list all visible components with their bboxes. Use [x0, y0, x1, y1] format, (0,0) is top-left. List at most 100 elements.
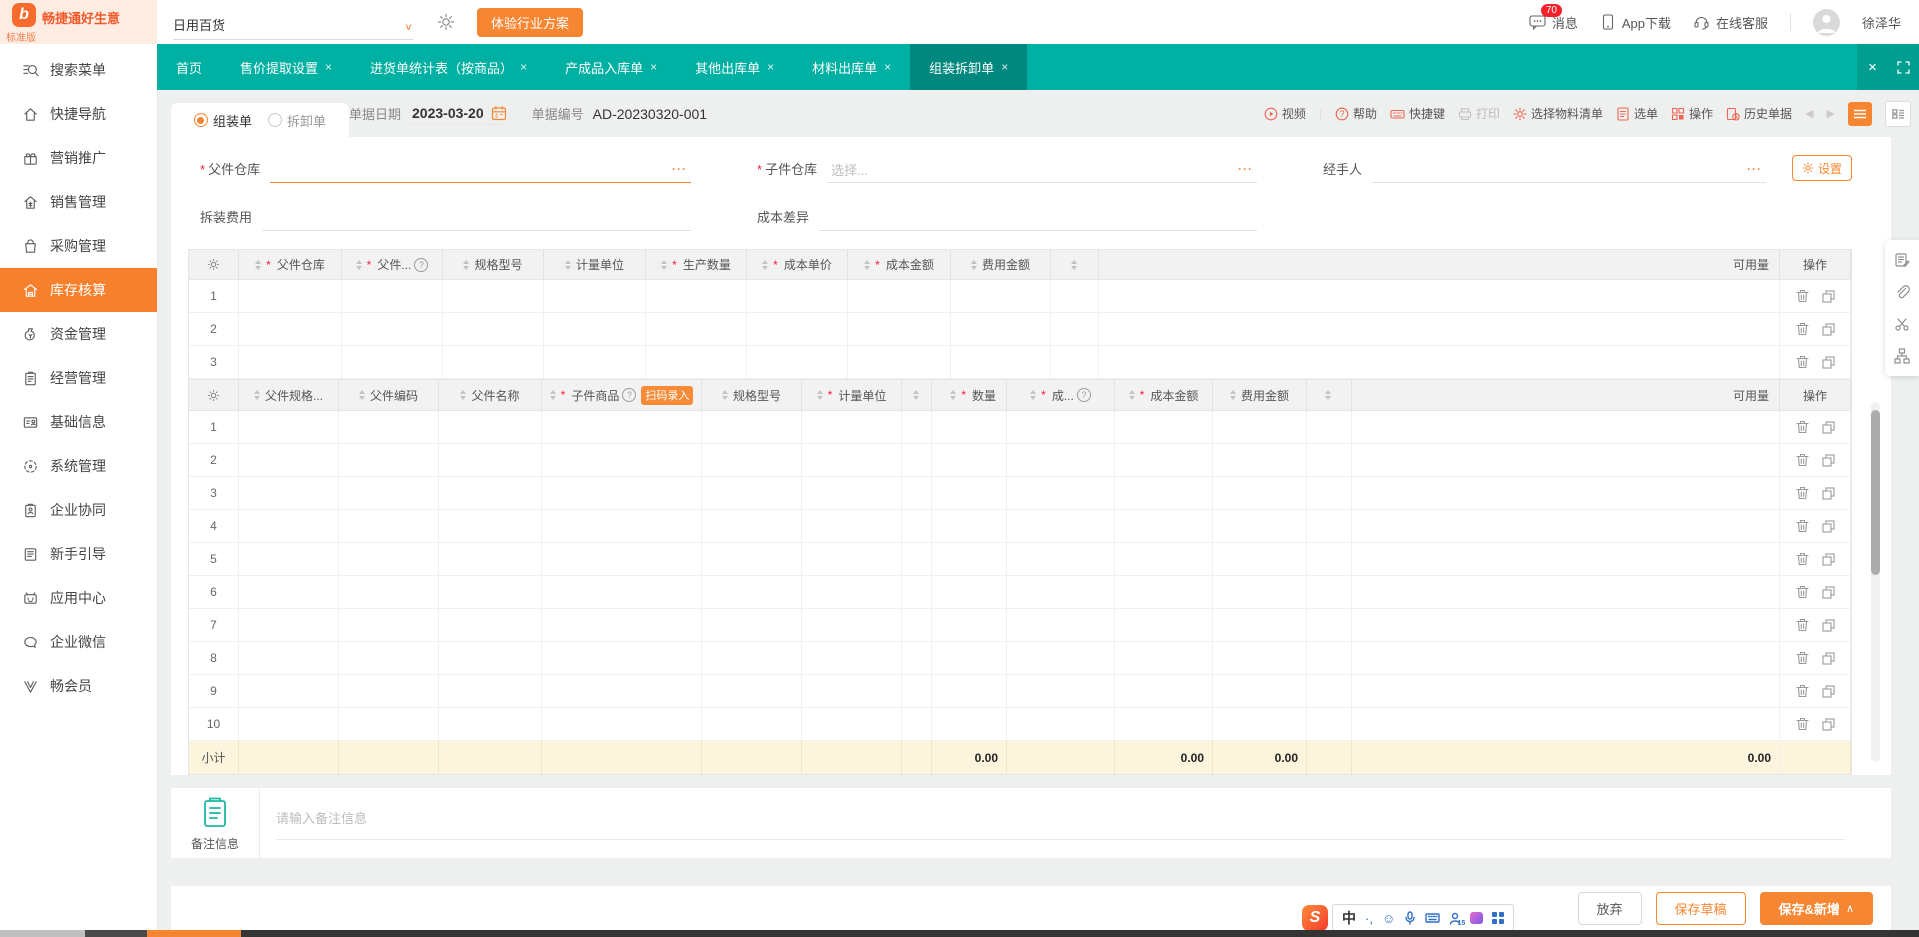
cell-parent-item[interactable] — [342, 346, 443, 378]
cell-parent-code[interactable] — [339, 609, 439, 641]
delete-row-icon[interactable] — [1795, 289, 1809, 303]
tab-assembly-disassembly[interactable]: 组装拆卸单 × — [910, 44, 1028, 90]
column-cost-amount[interactable]: * 成本金额 — [1115, 380, 1213, 410]
cell-cost-price[interactable] — [747, 313, 848, 345]
sidebar-item-quick-nav[interactable]: 快捷导航 — [0, 92, 157, 136]
settings-button[interactable]: 设置 — [1791, 155, 1852, 181]
sort-icon[interactable] — [970, 259, 977, 270]
remark-input[interactable]: 请输入备注信息 — [260, 788, 1891, 858]
column-parent-item[interactable]: * 父件...? — [342, 250, 443, 279]
column-blank[interactable] — [1307, 380, 1352, 410]
sidebar-item-base-info[interactable]: 基础信息 — [0, 400, 157, 444]
column-production-qty[interactable]: * 生产数量 — [646, 250, 747, 279]
help-button[interactable]: ? 帮助 — [1335, 105, 1377, 122]
column-cost-price[interactable]: * 成...? — [1007, 380, 1115, 410]
ellipsis-picker-icon[interactable]: ··· — [1238, 162, 1253, 176]
cell-production-qty[interactable] — [646, 280, 747, 312]
sidebar-item-beginner-guide[interactable]: 新手引导 — [0, 532, 157, 576]
sidebar-item-operations[interactable]: 经营管理 — [0, 356, 157, 400]
cell-qty[interactable] — [932, 510, 1007, 542]
cell-parent-name[interactable] — [439, 510, 542, 542]
child-warehouse-field[interactable]: * 子件仓库 选择... ··· — [757, 156, 1257, 183]
cell-fee-amount[interactable] — [1213, 642, 1307, 674]
cell-cost-amount[interactable] — [1115, 708, 1213, 740]
delete-row-icon[interactable] — [1795, 453, 1809, 467]
sort-icon[interactable] — [1128, 390, 1135, 400]
cell-parent-spec[interactable] — [239, 510, 339, 542]
cell-cost-amount[interactable] — [848, 280, 951, 312]
cell-unit[interactable] — [544, 346, 646, 378]
parent-warehouse-field[interactable]: * 父件仓库 ··· — [200, 156, 691, 183]
avatar[interactable] — [1812, 8, 1840, 36]
cell-cost-price[interactable] — [1007, 510, 1115, 542]
cell-parent-code[interactable] — [339, 576, 439, 608]
delete-row-icon[interactable] — [1795, 618, 1809, 632]
cell-parent-spec[interactable] — [239, 642, 339, 674]
cell-parent-code[interactable] — [339, 444, 439, 476]
cell-parent-code[interactable] — [339, 675, 439, 707]
cell-spec[interactable] — [702, 642, 802, 674]
cell-cost-price[interactable] — [747, 346, 848, 378]
prev-doc-button[interactable]: ◀ — [1805, 107, 1813, 120]
cell-child-item[interactable] — [542, 477, 702, 509]
fullscreen-icon[interactable] — [1888, 44, 1919, 90]
cell-child-item[interactable] — [542, 609, 702, 641]
sort-icon[interactable] — [1325, 390, 1331, 400]
cell-unit[interactable] — [802, 675, 902, 707]
sort-icon[interactable] — [253, 390, 260, 400]
video-button[interactable]: 视频 — [1264, 105, 1306, 122]
cell-qty[interactable] — [932, 708, 1007, 740]
brand-logo[interactable]: b 畅捷通好生意 标准版 — [0, 0, 157, 44]
scrollbar-thumb[interactable] — [1871, 410, 1880, 575]
sidebar-item-collaboration[interactable]: 企业协同 — [0, 488, 157, 532]
cell-parent-code[interactable] — [339, 543, 439, 575]
tab-home[interactable]: 首页 — [157, 44, 221, 90]
cell-parent-warehouse[interactable] — [239, 313, 342, 345]
cell-cost-amount[interactable] — [848, 313, 951, 345]
history-button[interactable]: 历史单据 — [1726, 105, 1792, 122]
copy-row-icon[interactable] — [1821, 651, 1835, 665]
ime-punctuation-toggle[interactable]: ·, — [1365, 911, 1373, 926]
cell-parent-spec[interactable] — [239, 708, 339, 740]
sidebar-item-purchase[interactable]: 采购管理 — [0, 224, 157, 268]
column-unit[interactable]: * 计量单位 — [802, 380, 902, 410]
sidebar-item-sales[interactable]: 销售管理 — [0, 180, 157, 224]
ime-skin-button[interactable]: 15 — [1449, 912, 1465, 927]
cell-fee-amount[interactable] — [1213, 708, 1307, 740]
cell-cost-amount[interactable] — [1115, 477, 1213, 509]
column-fee-amount[interactable]: 费用金额 — [951, 250, 1051, 279]
note-icon[interactable] — [1894, 252, 1910, 268]
cell-unit[interactable] — [802, 477, 902, 509]
column-cost-price[interactable]: * 成本单价 — [747, 250, 848, 279]
cell-cost-price[interactable] — [1007, 411, 1115, 443]
cell-spec[interactable] — [702, 708, 802, 740]
sort-icon[interactable] — [661, 259, 668, 270]
cell-parent-code[interactable] — [339, 411, 439, 443]
cost-diff-field[interactable]: 成本差异 — [757, 204, 1257, 231]
cell-cost-amount[interactable] — [1115, 576, 1213, 608]
sidebar-item-inventory-accounting[interactable]: 库存核算 — [0, 268, 157, 312]
cell-parent-name[interactable] — [439, 675, 542, 707]
cell-qty[interactable] — [932, 609, 1007, 641]
copy-row-icon[interactable] — [1821, 717, 1835, 731]
cell-cost-price[interactable] — [1007, 708, 1115, 740]
help-icon[interactable]: ? — [414, 257, 429, 272]
cell-parent-name[interactable] — [439, 642, 542, 674]
cell-spec[interactable] — [702, 609, 802, 641]
copy-row-icon[interactable] — [1821, 420, 1835, 434]
list-view-toggle[interactable] — [1848, 101, 1872, 126]
ime-mode-toggle[interactable]: 中 — [1342, 908, 1356, 928]
cell-child-item[interactable] — [542, 576, 702, 608]
cell-cost-amount[interactable] — [1115, 675, 1213, 707]
copy-row-icon[interactable] — [1821, 552, 1835, 566]
cell-parent-spec[interactable] — [239, 411, 339, 443]
cell-qty[interactable] — [932, 642, 1007, 674]
ime-toolbox-button[interactable] — [1492, 912, 1505, 924]
copy-row-icon[interactable] — [1821, 289, 1835, 303]
column-blank[interactable] — [902, 380, 932, 410]
ime-logo[interactable]: S — [1302, 905, 1328, 931]
cell-qty[interactable] — [932, 444, 1007, 476]
sort-icon[interactable] — [1030, 390, 1037, 400]
print-button[interactable]: 打印 — [1458, 105, 1500, 122]
cell-unit[interactable] — [802, 576, 902, 608]
